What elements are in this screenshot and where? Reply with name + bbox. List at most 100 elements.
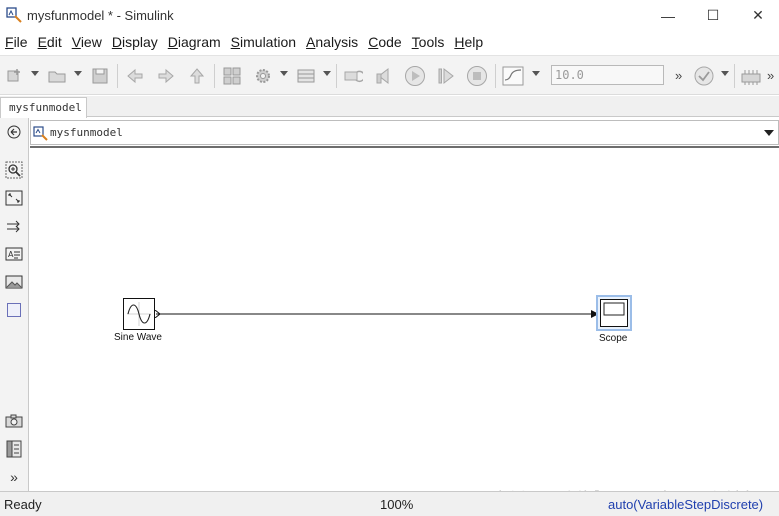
model-advisor-dropdown[interactable] — [721, 71, 729, 76]
model-canvas[interactable]: Sine Wave Scope — [30, 148, 779, 491]
window-title: mysfunmodel * - Simulink — [27, 8, 174, 23]
arrow-up-icon — [189, 68, 205, 84]
model-icon — [33, 126, 48, 141]
palette-expand-chevron-icon[interactable]: » — [4, 467, 24, 487]
step-forward-icon — [438, 67, 454, 85]
table-icon — [297, 69, 315, 83]
step-back-icon — [376, 67, 389, 85]
model-advisor-button[interactable] — [693, 65, 715, 87]
data-inspector-button[interactable] — [502, 65, 524, 87]
signal-line[interactable] — [156, 308, 601, 320]
maximize-button[interactable]: ☐ — [690, 0, 736, 31]
arrow-right-icon — [158, 68, 174, 84]
update-diagram-icon — [344, 70, 363, 83]
close-button[interactable]: ✕ — [735, 0, 779, 31]
area-icon — [7, 303, 21, 317]
scope-icon — [603, 302, 625, 316]
toolbar-overflow-chevron-icon[interactable]: » — [767, 68, 774, 83]
toolbar-separator — [336, 64, 337, 88]
library-browser-icon — [223, 67, 241, 85]
model-explorer-dropdown[interactable] — [323, 71, 331, 76]
status-ready: Ready — [4, 497, 42, 512]
solver-link[interactable]: auto(VariableStepDiscrete) — [608, 497, 763, 512]
menu-edit[interactable]: Edit — [33, 31, 67, 53]
back-button[interactable] — [124, 65, 146, 87]
address-dropdown-icon[interactable] — [764, 130, 774, 136]
data-inspector-dropdown[interactable] — [532, 71, 540, 76]
menu-view[interactable]: View — [67, 31, 107, 53]
menu-display[interactable]: Display — [107, 31, 163, 53]
stop-icon — [467, 66, 487, 86]
menu-help[interactable]: Help — [449, 31, 488, 53]
arrow-left-icon — [127, 68, 143, 84]
check-icon — [694, 66, 714, 86]
toolbar-separator — [495, 64, 496, 88]
snapshot-button[interactable] — [4, 411, 24, 431]
arrows-right-icon — [7, 220, 20, 233]
annotation-button[interactable]: A — [4, 244, 24, 264]
update-diagram-button[interactable] — [342, 65, 364, 87]
model-browser-button[interactable] — [4, 439, 24, 459]
build-button[interactable] — [740, 65, 762, 87]
menu-analysis[interactable]: Analysis — [301, 31, 363, 53]
scope-block[interactable] — [600, 299, 628, 327]
menu-simulation[interactable]: Simulation — [226, 31, 301, 53]
zoom-in-icon — [5, 161, 23, 179]
menu-bar: File Edit View Display Diagram Simulatio… — [0, 31, 779, 53]
save-button[interactable] — [89, 65, 111, 87]
step-back-button[interactable] — [373, 65, 395, 87]
fit-to-view-icon — [5, 190, 23, 206]
camera-icon — [5, 414, 23, 428]
menu-diagram[interactable]: Diagram — [163, 31, 226, 53]
toolbar-separator — [734, 64, 735, 88]
area-button[interactable] — [4, 300, 24, 320]
tab-model[interactable]: mysfunmodel — [0, 97, 87, 118]
forward-button[interactable] — [155, 65, 177, 87]
new-model-icon — [7, 69, 20, 82]
sine-wave-icon — [127, 302, 151, 326]
zoom-button[interactable] — [4, 160, 24, 180]
new-model-button[interactable] — [4, 65, 26, 87]
model-explorer-button[interactable] — [295, 65, 317, 87]
image-button[interactable] — [4, 272, 24, 292]
address-bar[interactable]: mysfunmodel — [30, 120, 779, 145]
run-button[interactable] — [404, 65, 426, 87]
scope-label[interactable]: Scope — [599, 333, 627, 344]
library-browser-button[interactable] — [221, 65, 243, 87]
step-forward-button[interactable] — [435, 65, 457, 87]
play-icon — [405, 66, 425, 86]
toolbar-separator — [214, 64, 215, 88]
menu-file[interactable]: File — [0, 31, 33, 53]
svg-text:A: A — [8, 250, 14, 259]
stop-time-input[interactable]: 10.0 — [551, 65, 664, 85]
title-bar: mysfunmodel * - Simulink — ☐ ✕ — [0, 0, 779, 31]
menu-code[interactable]: Code — [363, 31, 406, 53]
zoom-level[interactable]: 100% — [380, 497, 413, 512]
fit-to-view-button[interactable] — [4, 188, 24, 208]
address-path[interactable]: mysfunmodel — [50, 126, 123, 139]
folder-icon — [48, 71, 66, 83]
scope-block-selection[interactable] — [596, 295, 632, 331]
signal-plot-icon — [502, 66, 524, 86]
model-config-button[interactable] — [252, 65, 274, 87]
smart-guides-button[interactable] — [4, 216, 24, 236]
new-model-dropdown[interactable] — [31, 71, 39, 76]
up-button[interactable] — [186, 65, 208, 87]
maximize-icon: ☐ — [706, 7, 720, 23]
model-config-dropdown[interactable] — [280, 71, 288, 76]
sine-wave-label[interactable]: Sine Wave — [114, 332, 162, 343]
toolbar-overflow-chevron-icon[interactable]: » — [675, 68, 682, 83]
hide-browser-button[interactable] — [4, 122, 24, 142]
close-icon: ✕ — [752, 7, 764, 23]
tab-strip — [0, 96, 779, 117]
status-bar: Ready 100% auto(VariableStepDiscrete) — [0, 491, 779, 516]
block-diagram-palette: A » — [0, 118, 29, 491]
minimize-button[interactable]: — — [645, 0, 691, 31]
sine-wave-block[interactable] — [123, 298, 155, 330]
open-dropdown[interactable] — [74, 71, 82, 76]
annotation-icon: A — [5, 247, 23, 261]
menu-tools[interactable]: Tools — [407, 31, 450, 53]
open-button[interactable] — [46, 65, 68, 87]
image-icon — [5, 275, 23, 289]
stop-button[interactable] — [466, 65, 488, 87]
